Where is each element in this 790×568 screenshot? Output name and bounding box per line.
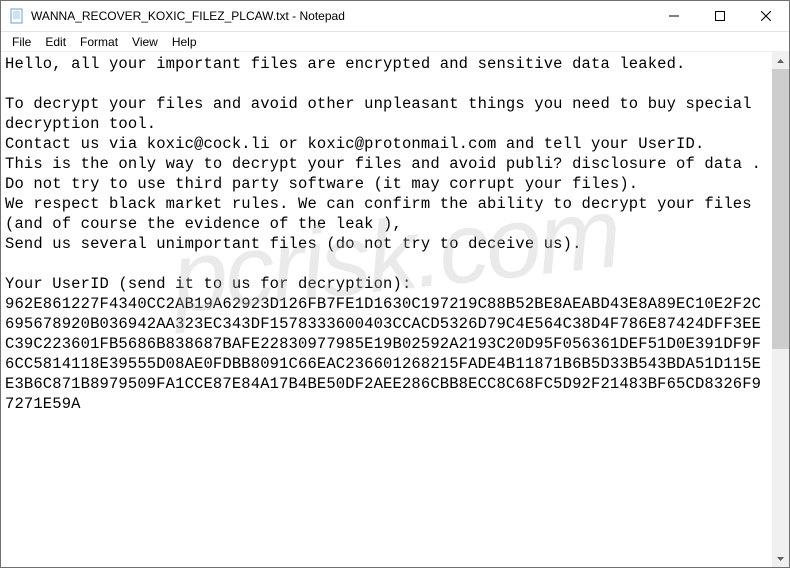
menu-file[interactable]: File [5,34,38,50]
notepad-icon [9,8,25,24]
minimize-icon [669,11,679,21]
scroll-track[interactable] [772,69,789,550]
chevron-down-icon [777,557,784,561]
window-controls [651,1,789,31]
chevron-up-icon [777,59,784,63]
menu-help[interactable]: Help [165,34,204,50]
close-icon [761,11,771,21]
minimize-button[interactable] [651,1,697,31]
menu-edit[interactable]: Edit [38,34,73,50]
scroll-down-arrow[interactable] [772,550,789,567]
scroll-thumb[interactable] [772,69,789,349]
maximize-button[interactable] [697,1,743,31]
maximize-icon [715,11,725,21]
content-wrapper: Hello, all your important files are encr… [1,52,789,567]
menu-format[interactable]: Format [73,34,125,50]
menubar: File Edit Format View Help [1,32,789,52]
titlebar: WANNA_RECOVER_KOXIC_FILEZ_PLCAW.txt - No… [1,1,789,32]
text-content[interactable]: Hello, all your important files are encr… [1,52,772,567]
close-button[interactable] [743,1,789,31]
vertical-scrollbar[interactable] [772,52,789,567]
scroll-up-arrow[interactable] [772,52,789,69]
window-title: WANNA_RECOVER_KOXIC_FILEZ_PLCAW.txt - No… [31,9,651,23]
menu-view[interactable]: View [125,34,165,50]
